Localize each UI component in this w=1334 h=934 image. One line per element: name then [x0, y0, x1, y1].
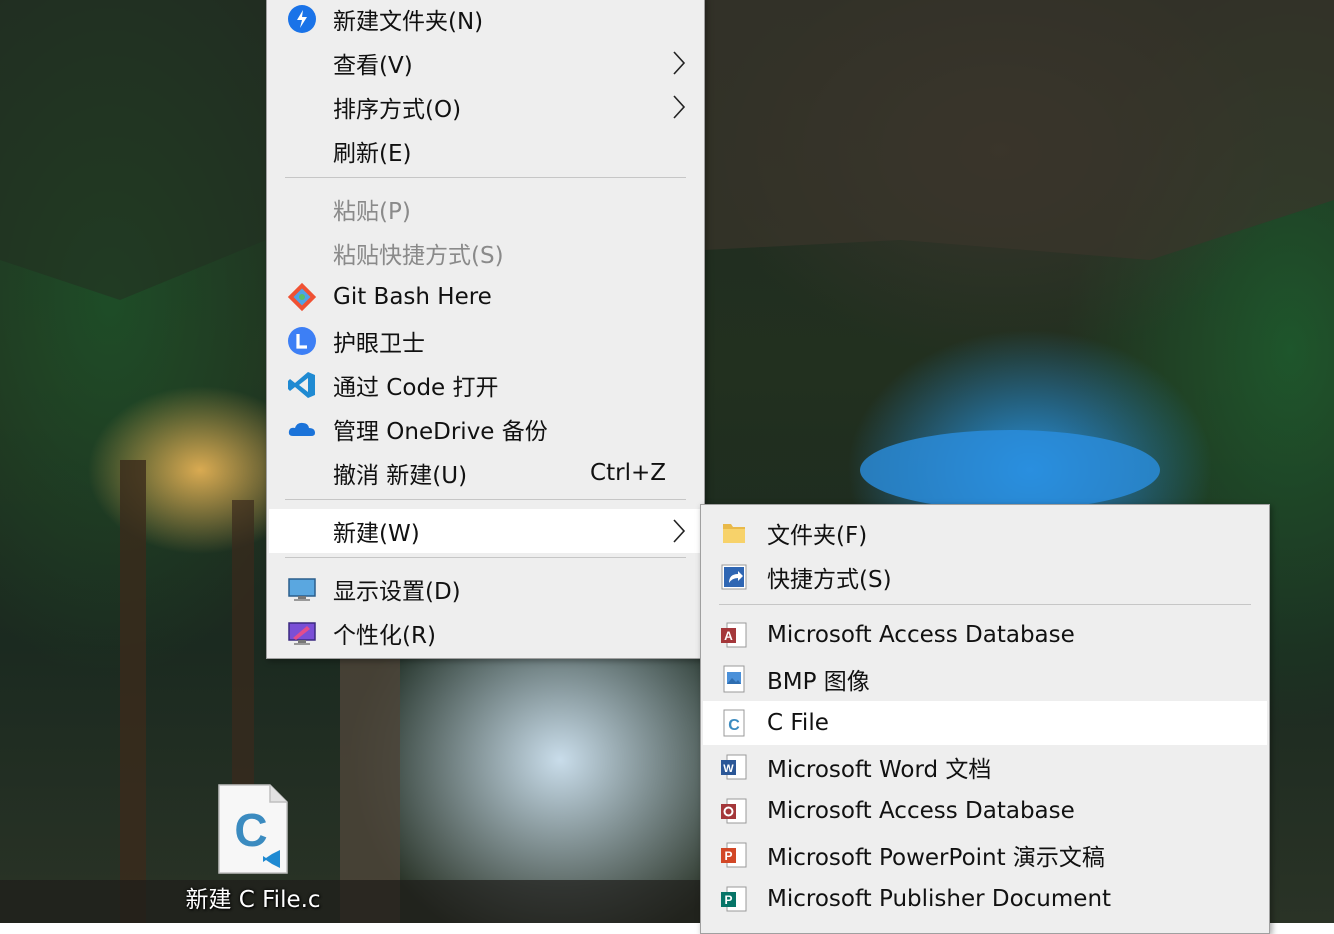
submenu-item-c-file[interactable]: C C File	[703, 701, 1267, 745]
menu-item-refresh[interactable]: 刷新(E)	[269, 129, 702, 173]
menu-separator	[285, 557, 686, 558]
folder-icon	[719, 518, 749, 548]
word-icon: W	[719, 752, 749, 782]
svg-text:C: C	[234, 804, 267, 856]
menu-separator	[719, 604, 1251, 605]
menu-item-label: 查看(V)	[333, 53, 413, 79]
access-icon	[719, 796, 749, 826]
personalize-icon	[287, 618, 317, 648]
submenu-item-folder[interactable]: 文件夹(F)	[703, 511, 1267, 555]
menu-item-label: 排序方式(O)	[333, 97, 462, 123]
submenu-item-label: Microsoft Access Database	[767, 622, 1075, 648]
menu-item-label: 个性化(R)	[333, 623, 436, 649]
svg-text:A: A	[724, 629, 733, 643]
submenu-item-label: 快捷方式(S)	[767, 567, 892, 593]
menu-item-label: 护眼卫士	[333, 331, 425, 357]
svg-text:W: W	[723, 763, 734, 775]
eye-guard-icon	[287, 326, 317, 356]
git-bash-icon	[287, 282, 317, 312]
submenu-item-shortcut[interactable]: 快捷方式(S)	[703, 555, 1267, 599]
access-icon: A	[719, 620, 749, 650]
display-settings-icon	[287, 574, 317, 604]
desktop-context-menu: 新建文件夹(N) 查看(V) 排序方式(O) 刷新(E) 粘贴(P) 粘贴快捷方…	[266, 0, 705, 659]
submenu-item-label: Microsoft Word 文档	[767, 757, 992, 783]
menu-item-personalize[interactable]: 个性化(R)	[269, 611, 702, 655]
desktop-file-icon[interactable]: C 新建 C File.c	[180, 780, 326, 920]
menu-item-label: 管理 OneDrive 备份	[333, 419, 548, 445]
submenu-item-bmp-image[interactable]: BMP 图像	[703, 657, 1267, 701]
c-file-icon: C	[719, 708, 749, 738]
shortcut-icon	[719, 562, 749, 592]
menu-item-new-folder[interactable]: 新建文件夹(N)	[269, 0, 702, 41]
svg-text:C: C	[728, 717, 740, 734]
vscode-icon	[287, 370, 317, 400]
submenu-item-label: 文件夹(F)	[767, 523, 868, 549]
menu-item-undo-new[interactable]: 撤消 新建(U) Ctrl+Z	[269, 451, 702, 495]
chevron-right-icon	[673, 95, 686, 119]
svg-text:P: P	[724, 893, 732, 907]
publisher-icon: P	[719, 884, 749, 914]
menu-item-label: 刷新(E)	[333, 141, 412, 167]
menu-item-new[interactable]: 新建(W)	[269, 509, 702, 553]
submenu-item-access-database-2[interactable]: Microsoft Access Database	[703, 789, 1267, 833]
menu-item-label: Git Bash Here	[333, 284, 492, 310]
menu-item-shortcut: Ctrl+Z	[590, 460, 666, 486]
desktop-file-name: 新建 C File.c	[185, 887, 321, 913]
menu-item-onedrive-backup[interactable]: 管理 OneDrive 备份	[269, 407, 702, 451]
menu-item-label: 粘贴(P)	[333, 199, 411, 225]
submenu-item-label: BMP 图像	[767, 669, 870, 695]
chevron-right-icon	[673, 519, 686, 543]
bmp-image-icon	[719, 664, 749, 694]
submenu-item-word-document[interactable]: W Microsoft Word 文档	[703, 745, 1267, 789]
onedrive-icon	[287, 414, 317, 444]
menu-item-view[interactable]: 查看(V)	[269, 41, 702, 85]
menu-item-label: 撤消 新建(U)	[333, 463, 468, 489]
svg-text:P: P	[724, 849, 732, 863]
menu-item-eye-guard[interactable]: 护眼卫士	[269, 319, 702, 363]
menu-item-sort-by[interactable]: 排序方式(O)	[269, 85, 702, 129]
submenu-item-label: Microsoft Access Database	[767, 798, 1075, 824]
menu-item-label: 新建文件夹(N)	[333, 9, 484, 35]
menu-item-paste[interactable]: 粘贴(P)	[269, 187, 702, 231]
menu-separator	[285, 177, 686, 178]
submenu-item-access-database[interactable]: A Microsoft Access Database	[703, 613, 1267, 657]
c-file-icon: C	[218, 784, 288, 874]
new-folder-icon	[287, 4, 317, 34]
new-submenu: 文件夹(F) 快捷方式(S) A Microsoft Access Databa…	[700, 504, 1270, 934]
menu-item-paste-shortcut[interactable]: 粘贴快捷方式(S)	[269, 231, 702, 275]
menu-item-open-with-code[interactable]: 通过 Code 打开	[269, 363, 702, 407]
powerpoint-icon: P	[719, 840, 749, 870]
menu-item-label: 新建(W)	[333, 521, 420, 547]
submenu-item-label: Microsoft Publisher Document	[767, 886, 1112, 912]
menu-item-label: 显示设置(D)	[333, 579, 461, 605]
menu-item-git-bash[interactable]: Git Bash Here	[269, 275, 702, 319]
menu-separator	[285, 499, 686, 500]
menu-item-label: 粘贴快捷方式(S)	[333, 243, 504, 269]
submenu-item-publisher[interactable]: P Microsoft Publisher Document	[703, 877, 1267, 921]
submenu-item-label: C File	[767, 710, 829, 736]
submenu-item-powerpoint[interactable]: P Microsoft PowerPoint 演示文稿	[703, 833, 1267, 877]
chevron-right-icon	[673, 51, 686, 75]
menu-item-display-settings[interactable]: 显示设置(D)	[269, 567, 702, 611]
menu-item-label: 通过 Code 打开	[333, 375, 499, 401]
submenu-item-label: Microsoft PowerPoint 演示文稿	[767, 845, 1105, 871]
